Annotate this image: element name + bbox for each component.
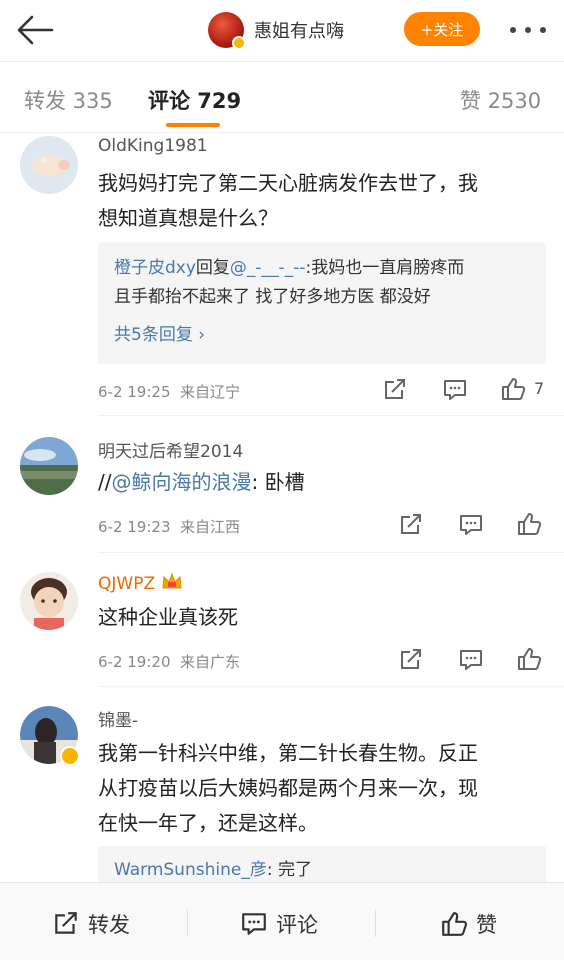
more-button[interactable] xyxy=(506,18,550,42)
avatar[interactable] xyxy=(20,437,78,495)
follow-button[interactable]: +关注 xyxy=(404,12,480,46)
comment-text: 这种企业真该死 xyxy=(98,605,238,629)
active-tab-indicator xyxy=(166,123,220,127)
avatar[interactable] xyxy=(208,12,246,50)
thumbs-up-icon[interactable] xyxy=(500,377,526,401)
like-button[interactable]: 赞 xyxy=(440,909,497,939)
avatar[interactable] xyxy=(20,136,78,194)
view-replies-link[interactable]: 共5条回复 › xyxy=(114,320,530,345)
pig-avatar-icon xyxy=(20,136,78,194)
avatar[interactable] xyxy=(20,572,78,630)
verified-badge-icon xyxy=(60,746,80,766)
comment-meta: 6-2 19:25 来自辽宁 xyxy=(98,383,241,401)
arrow-left-icon xyxy=(17,15,54,45)
comment-icon[interactable] xyxy=(442,378,468,402)
share-icon[interactable] xyxy=(398,513,424,537)
comment-meta: 6-2 19:20 来自广东 xyxy=(98,653,241,671)
comment-author[interactable]: 锦墨- xyxy=(98,706,138,731)
reply-preview[interactable]: WarmSunshine_彦: 完了 xyxy=(98,846,546,886)
share-icon xyxy=(55,912,77,934)
reply-preview[interactable]: 橙子皮dxy回复@_-__-_--:我妈也一直肩膀疼而 且手都抬不起来了 找了好… xyxy=(98,242,546,364)
share-icon[interactable] xyxy=(398,648,424,672)
profile-header[interactable]: 惠姐有点嗨 xyxy=(208,12,344,50)
tab-comments[interactable]: 评论 729 xyxy=(148,85,241,115)
child-avatar-icon xyxy=(20,572,78,630)
comment-button[interactable]: 评论 xyxy=(240,909,318,939)
repost-button[interactable]: 转发 xyxy=(52,909,130,939)
comment-text: 我妈妈打完了第二天心脏病发作去世了，我 想知道真想是什么？ xyxy=(98,171,478,230)
thumbs-up-icon xyxy=(442,912,468,936)
comment-text: //@鲸向海的浪漫: 卧槽 xyxy=(98,470,305,494)
avatar[interactable] xyxy=(20,706,80,766)
comment-icon[interactable] xyxy=(458,513,484,537)
username[interactable]: 惠姐有点嗨 xyxy=(254,17,344,43)
verified-badge-icon xyxy=(232,36,246,50)
comment-author[interactable]: 明天过后希望2014 xyxy=(98,437,243,462)
comment-text: 我第一针科兴中维，第二针长春生物。反正 从打疫苗以后大姨妈都是两个月来一次，现 … xyxy=(98,741,478,835)
landscape-avatar-icon xyxy=(20,437,78,495)
vip-crown-icon xyxy=(161,572,182,589)
back-button[interactable] xyxy=(14,10,56,50)
top-bar: 惠姐有点嗨 +关注 xyxy=(0,0,564,62)
thumbs-up-icon[interactable] xyxy=(516,647,542,671)
share-icon[interactable] xyxy=(382,378,408,402)
comment-meta: 6-2 19:23 来自江西 xyxy=(98,518,241,536)
thumbs-up-icon[interactable] xyxy=(516,512,542,536)
comment-author[interactable]: OldKing1981 xyxy=(98,136,208,156)
tab-likes[interactable]: 赞 2530 xyxy=(460,85,541,115)
tab-bar: 转发 335 评论 729 赞 2530 xyxy=(0,63,564,133)
like-count: 7 xyxy=(534,379,545,398)
comment-author[interactable]: QJWPZ xyxy=(98,572,183,594)
comment-icon[interactable] xyxy=(458,648,484,672)
comment-icon xyxy=(242,913,266,935)
mention-link[interactable]: @鲸向海的浪漫 xyxy=(111,470,251,494)
bottom-action-bar: 转发 评论 赞 xyxy=(0,882,564,960)
tab-repost[interactable]: 转发 335 xyxy=(24,85,113,115)
more-dots-icon xyxy=(510,27,516,33)
